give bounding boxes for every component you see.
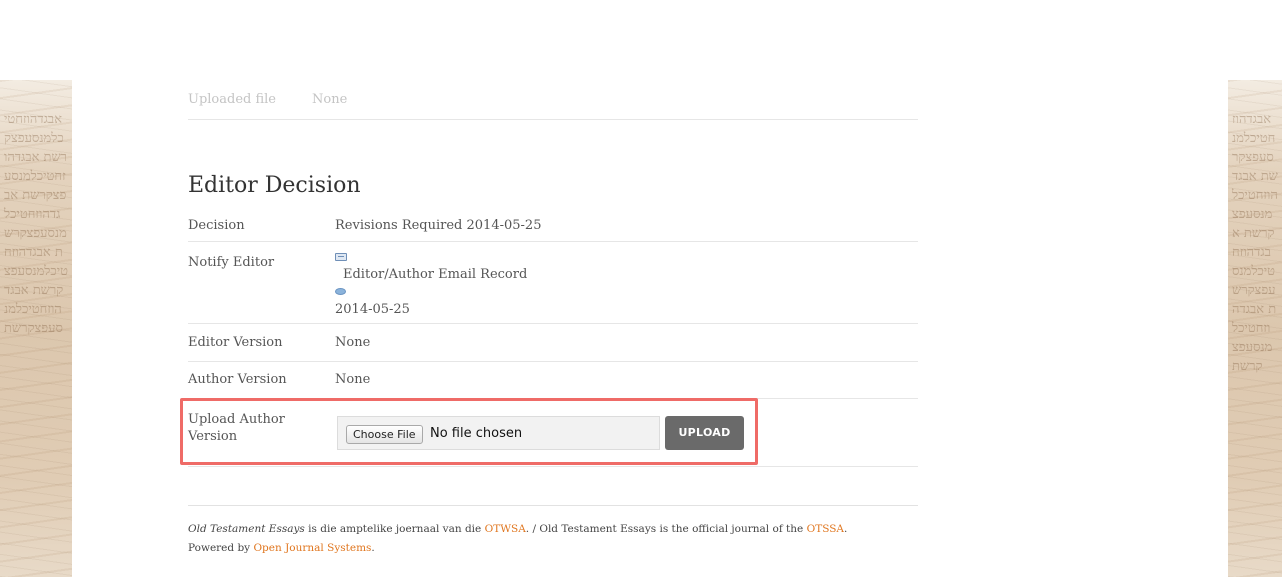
notify-date: 2014-05-25 bbox=[335, 302, 410, 317]
parchment-background-left: אבגדהוזחטיכלמנסעפצקרשת אבגדהוזחטיכלמנסעפ… bbox=[0, 80, 72, 577]
otssa-link[interactable]: OTSSA bbox=[807, 523, 844, 535]
author-version-value: None bbox=[335, 372, 371, 387]
notify-editor-label: Notify Editor bbox=[188, 255, 275, 270]
decision-row: Decision Revisions Required 2014-05-25 bbox=[188, 207, 918, 242]
otwsa-link[interactable]: OTWSA bbox=[485, 523, 526, 535]
editor-decision-title: Editor Decision bbox=[188, 173, 361, 198]
editor-version-label: Editor Version bbox=[188, 335, 283, 350]
author-version-label: Author Version bbox=[188, 372, 287, 387]
decision-label: Decision bbox=[188, 218, 245, 233]
uploaded-file-label: Uploaded file bbox=[188, 92, 277, 107]
email-record-link[interactable]: Editor/Author Email Record bbox=[335, 267, 527, 282]
notify-editor-row: Notify Editor Editor/Author Email Record… bbox=[188, 242, 918, 324]
author-version-row: Author Version None bbox=[188, 362, 918, 399]
comment-bubble-icon[interactable] bbox=[335, 288, 346, 295]
uploaded-file-row: Uploaded file None bbox=[188, 88, 918, 120]
footer: Old Testament Essays is die amptelike jo… bbox=[188, 523, 848, 554]
top-band bbox=[0, 0, 1282, 80]
decision-value: Revisions Required 2014-05-25 bbox=[335, 218, 542, 233]
journal-name: Old Testament Essays bbox=[188, 523, 305, 535]
footer-divider bbox=[188, 505, 918, 506]
editor-version-row: Editor Version None bbox=[188, 324, 918, 362]
uploaded-file-value: None bbox=[312, 92, 348, 107]
email-notify-icon[interactable] bbox=[335, 253, 347, 261]
editor-version-value: None bbox=[335, 335, 371, 350]
highlight-box bbox=[180, 398, 758, 465]
main-content: Uploaded file None Editor Decision Decis… bbox=[72, 80, 1228, 577]
ojs-link[interactable]: Open Journal Systems bbox=[253, 542, 371, 554]
parchment-background-right: אבגדהוזחטיכלמנסעפצקרשת אבגדהוזחטיכלמנסעפ… bbox=[1228, 80, 1282, 577]
